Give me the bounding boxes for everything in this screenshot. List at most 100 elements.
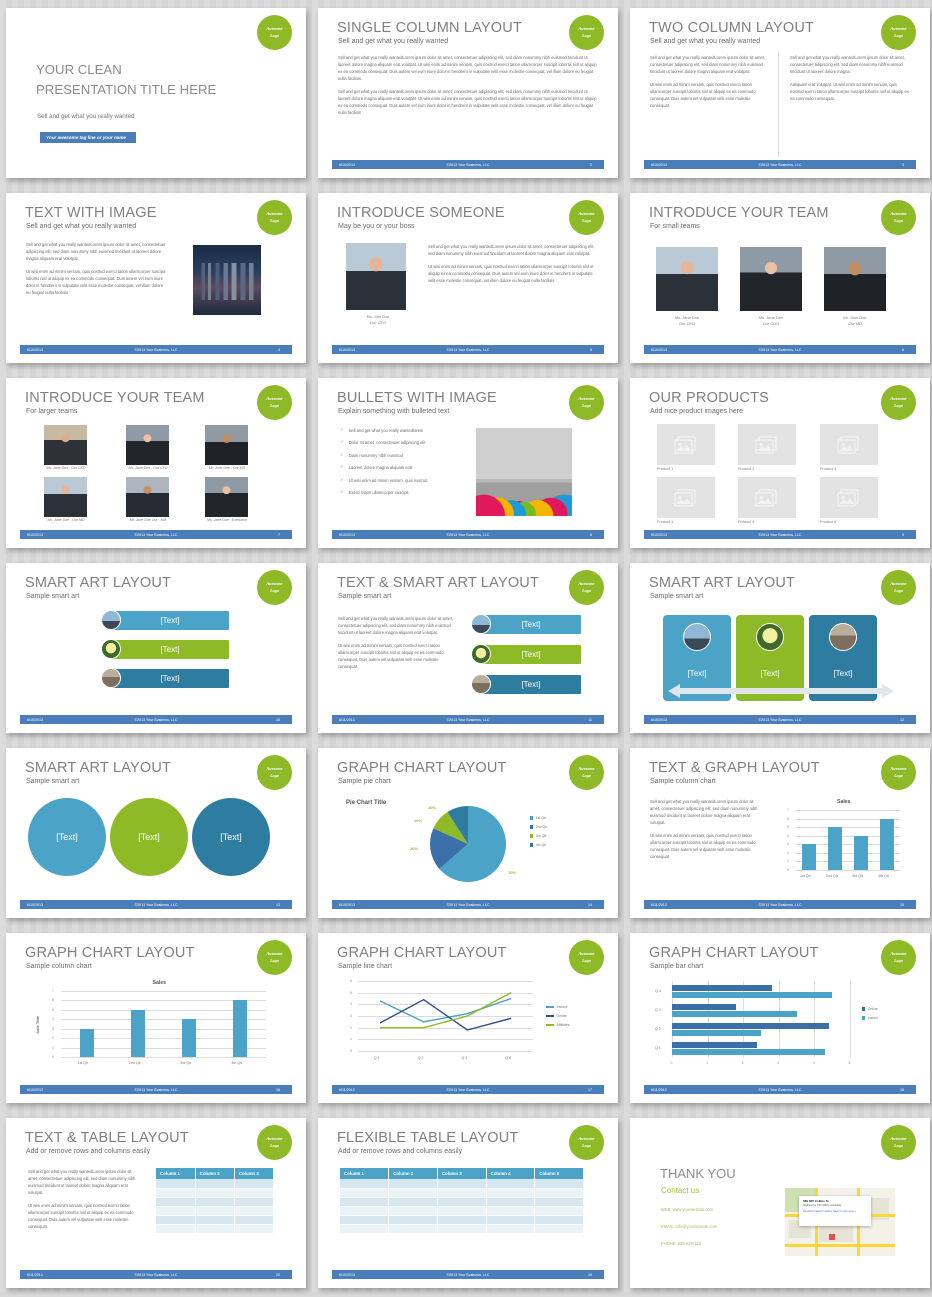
product-image-placeholder[interactable]: [657, 477, 715, 518]
table-cell[interactable]: [535, 1179, 584, 1188]
table-cell[interactable]: [389, 1179, 438, 1188]
table-cell[interactable]: [156, 1206, 195, 1215]
product-image-placeholder[interactable]: [657, 424, 715, 465]
table-cell[interactable]: [156, 1224, 195, 1233]
table-cell[interactable]: [437, 1188, 486, 1197]
slide-16[interactable]: Awesome Logo GRAPH CHART LAYOUT Sample c…: [6, 933, 306, 1103]
table-cell[interactable]: [340, 1197, 389, 1206]
smart-art-bar[interactable]: [Text]: [481, 615, 581, 634]
slide-10[interactable]: Awesome Logo SMART ART LAYOUT Sample sma…: [6, 563, 306, 733]
table-cell[interactable]: [234, 1206, 273, 1215]
slide-18[interactable]: Awesome Logo GRAPH CHART LAYOUT Sample b…: [630, 933, 930, 1103]
table-cell[interactable]: [156, 1179, 195, 1188]
table-cell[interactable]: [195, 1224, 234, 1233]
slide-1[interactable]: Awesome Logo YOUR CLEANPRESENTATION TITL…: [6, 8, 306, 178]
table-cell[interactable]: [486, 1197, 535, 1206]
location-map[interactable]: 589-605 Collins St Melbourne VIC 3000, A…: [785, 1188, 895, 1256]
table-cell[interactable]: [486, 1215, 535, 1224]
slide-20[interactable]: Awesome Logo TEXT & TABLE LAYOUT Add or …: [6, 1118, 306, 1288]
table-cell[interactable]: [234, 1215, 273, 1224]
table-cell[interactable]: [195, 1197, 234, 1206]
table-cell[interactable]: [535, 1215, 584, 1224]
table-cell[interactable]: [389, 1188, 438, 1197]
footer-page-number: 7: [278, 533, 280, 537]
table-cell[interactable]: [535, 1188, 584, 1197]
table-cell[interactable]: [234, 1197, 273, 1206]
table-cell[interactable]: [195, 1179, 234, 1188]
slide-4[interactable]: Awesome Logo TEXT WITH IMAGE Sell and ge…: [6, 193, 306, 363]
slide-6[interactable]: Awesome Logo INTRODUCE YOUR TEAM For sma…: [630, 193, 930, 363]
table-cell[interactable]: [234, 1224, 273, 1233]
table-cell[interactable]: [340, 1206, 389, 1215]
product-image-placeholder[interactable]: [738, 424, 796, 465]
table-cell[interactable]: [156, 1188, 195, 1197]
table-cell[interactable]: [156, 1197, 195, 1206]
slide-19[interactable]: Awesome Logo FLEXIBLE TABLE LAYOUT Add o…: [318, 1118, 618, 1288]
legend-label: Online: [868, 1007, 878, 1011]
gridline: [61, 991, 266, 992]
table-cell[interactable]: [535, 1206, 584, 1215]
table-column-header: Column 3: [234, 1168, 273, 1179]
slide-14[interactable]: Awesome Logo GRAPH CHART LAYOUT Sample p…: [318, 748, 618, 918]
table-cell[interactable]: [437, 1179, 486, 1188]
smart-art-circle[interactable]: [Text]: [110, 798, 188, 876]
footer-page-number: 10: [276, 718, 280, 722]
footer-page-number: 17: [588, 1088, 592, 1092]
chart-bar: [854, 836, 868, 870]
table-cell[interactable]: [234, 1179, 273, 1188]
slide-5[interactable]: Awesome Logo INTRODUCE SOMEONE May be yo…: [318, 193, 618, 363]
slide-21[interactable]: Awesome Logo THANK YOU Contact us WEB: w…: [630, 1118, 930, 1288]
slide-2[interactable]: Awesome Logo SINGLE COLUMN LAYOUT Sell a…: [318, 8, 618, 178]
table-cell[interactable]: [486, 1179, 535, 1188]
smart-art-circle[interactable]: [Text]: [192, 798, 270, 876]
table-row: [156, 1206, 274, 1215]
footer-date: 6/10/2013: [27, 348, 43, 352]
table-cell[interactable]: [535, 1224, 584, 1233]
awesome-logo: Awesome Logo: [569, 570, 604, 605]
slide-title: TEXT & TABLE LAYOUT: [25, 1130, 189, 1146]
table-cell[interactable]: [234, 1188, 273, 1197]
table-cell[interactable]: [340, 1179, 389, 1188]
table-cell[interactable]: [437, 1215, 486, 1224]
slide-11[interactable]: Awesome Logo TEXT & SMART ART LAYOUT Sam…: [318, 563, 618, 733]
slide-grid: Awesome Logo YOUR CLEANPRESENTATION TITL…: [0, 0, 932, 1297]
table-cell[interactable]: [340, 1188, 389, 1197]
table-cell[interactable]: [389, 1197, 438, 1206]
slide-12[interactable]: Awesome Logo SMART ART LAYOUT Sample sma…: [630, 563, 930, 733]
product-image-placeholder[interactable]: [738, 477, 796, 518]
product-image-placeholder[interactable]: [820, 477, 878, 518]
smart-art-bar[interactable]: [Text]: [111, 669, 229, 688]
table-cell[interactable]: [195, 1206, 234, 1215]
x-tick-label: 2nd Qtr: [826, 874, 838, 878]
table-cell[interactable]: [535, 1197, 584, 1206]
table-cell[interactable]: [437, 1224, 486, 1233]
table-cell[interactable]: [156, 1215, 195, 1224]
table-cell[interactable]: [389, 1215, 438, 1224]
table-cell[interactable]: [340, 1215, 389, 1224]
slide-17[interactable]: Awesome Logo GRAPH CHART LAYOUT Sample l…: [318, 933, 618, 1103]
slide-9[interactable]: Awesome Logo OUR PRODUCTS Add nice produ…: [630, 378, 930, 548]
slide-15[interactable]: Awesome Logo TEXT & GRAPH LAYOUT Sample …: [630, 748, 930, 918]
table-cell[interactable]: [389, 1206, 438, 1215]
table-cell[interactable]: [195, 1188, 234, 1197]
smart-art-bar[interactable]: [Text]: [481, 645, 581, 664]
table-cell[interactable]: [437, 1197, 486, 1206]
slide-3[interactable]: Awesome Logo TWO COLUMN LAYOUT Sell and …: [630, 8, 930, 178]
smart-art-circle[interactable]: [Text]: [28, 798, 106, 876]
smart-art-bar[interactable]: [Text]: [111, 611, 229, 630]
table-cell[interactable]: [486, 1188, 535, 1197]
table-cell[interactable]: [486, 1206, 535, 1215]
paragraph: Ut wisi enim ad minim veniam, quis nostr…: [650, 832, 760, 860]
slide-8[interactable]: Awesome Logo BULLETS WITH IMAGE Explain …: [318, 378, 618, 548]
smart-art-bar[interactable]: [Text]: [111, 640, 229, 659]
product-image-placeholder[interactable]: [820, 424, 878, 465]
table-cell[interactable]: [437, 1206, 486, 1215]
table-cell[interactable]: [340, 1224, 389, 1233]
table-cell[interactable]: [389, 1224, 438, 1233]
pie-label: 10%: [428, 805, 436, 810]
slide-13[interactable]: Awesome Logo SMART ART LAYOUT Sample sma…: [6, 748, 306, 918]
slide-7[interactable]: Awesome Logo INTRODUCE YOUR TEAM For lar…: [6, 378, 306, 548]
table-cell[interactable]: [195, 1215, 234, 1224]
smart-art-bar[interactable]: [Text]: [481, 675, 581, 694]
table-cell[interactable]: [486, 1224, 535, 1233]
